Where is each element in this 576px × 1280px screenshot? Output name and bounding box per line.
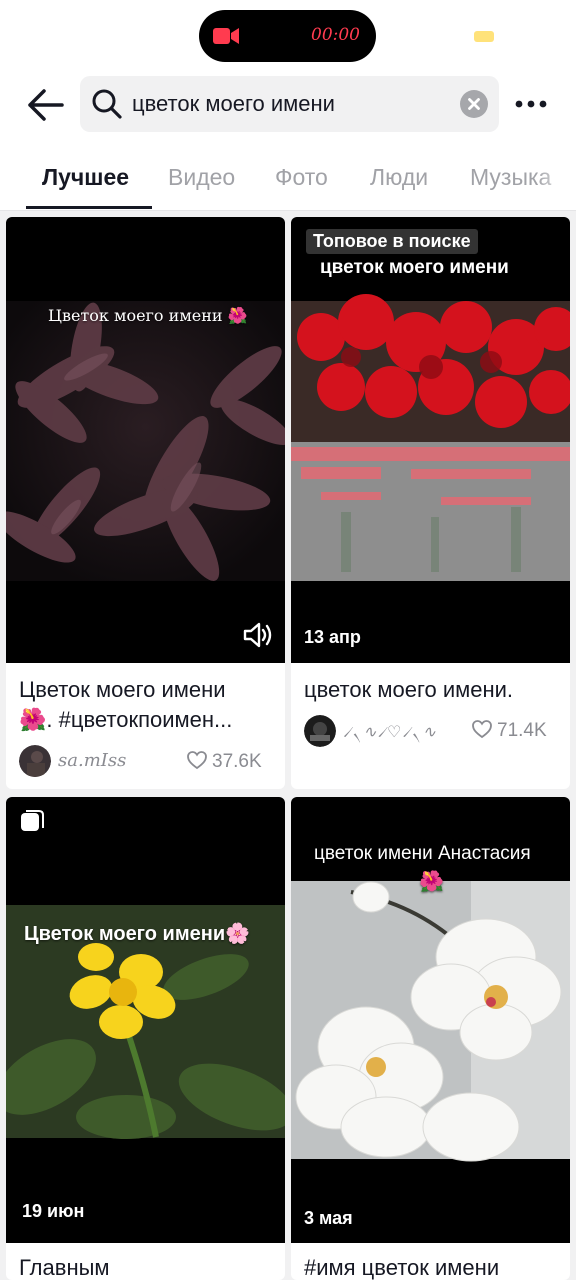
tab-videos[interactable]: Видео	[168, 164, 235, 191]
card-title: #имя цветок имени	[304, 1255, 500, 1280]
video-thumbnail: Топовое в поиске цветок моего имени 13 а…	[291, 217, 570, 663]
post-date: 13 апр	[304, 627, 361, 647]
close-icon	[468, 98, 480, 110]
search-input[interactable]	[132, 84, 442, 124]
recording-timer: 00:00	[311, 25, 360, 45]
screen-recording-pill[interactable]: 00:00	[199, 10, 376, 62]
back-button[interactable]	[20, 82, 70, 128]
video-thumbnail: цветок имени Анастасия 🌺 3 мая	[291, 797, 570, 1243]
battery-icon	[474, 31, 494, 42]
heart-icon	[187, 751, 207, 770]
result-card[interactable]: Цветок моего имени 🌺 Цветок моего имени …	[6, 217, 285, 789]
tab-top[interactable]: Лучшее	[42, 164, 129, 191]
photo-carousel-icon	[21, 810, 44, 831]
video-camera-icon	[213, 28, 239, 44]
card-title: Главным	[19, 1255, 110, 1280]
photo-overlay-text: Цветок моего имени🌸	[24, 923, 251, 945]
search-bar[interactable]	[80, 76, 499, 132]
avatar[interactable]	[19, 745, 51, 777]
lily-flowers-image	[6, 301, 285, 581]
heart-icon	[472, 720, 492, 739]
arrow-left-icon	[28, 89, 64, 121]
tabs-fade	[536, 150, 576, 208]
video-overlay-text: цветок моего имени	[320, 257, 509, 278]
more-dots-icon	[515, 100, 547, 108]
avatar[interactable]	[304, 715, 336, 747]
search-icon	[92, 89, 122, 119]
tab-users[interactable]: Люди	[370, 164, 428, 191]
clear-search-button[interactable]	[460, 90, 488, 118]
card-title: Цветок моего имени	[19, 677, 226, 702]
tab-photos[interactable]: Фото	[275, 164, 328, 191]
video-overlay-text: Цветок моего имени 🌺	[48, 306, 248, 325]
post-date: 3 мая	[304, 1208, 353, 1228]
like-count-value: 71.4K	[497, 720, 547, 741]
like-count: 37.6K	[186, 750, 262, 773]
like-count-value: 37.6K	[212, 751, 262, 772]
trending-badge: Топовое в поиске	[306, 229, 478, 254]
result-card[interactable]: Топовое в поиске цветок моего имени 13 а…	[291, 217, 570, 789]
video-thumbnail: Цветок моего имени 🌺	[6, 217, 285, 663]
like-count: 71.4K	[471, 719, 547, 742]
speaker-icon[interactable]	[242, 621, 274, 649]
yellow-buttercup-image	[6, 905, 285, 1139]
red-spider-lily-image	[291, 294, 570, 581]
hibiscus-emoji: 🌺	[419, 871, 444, 893]
result-card[interactable]: цветок имени Анастасия 🌺 3 мая #имя цвет…	[291, 797, 570, 1280]
active-tab-indicator	[26, 206, 152, 209]
post-date: 19 июн	[22, 1201, 85, 1221]
card-title: цветок моего имени.	[304, 677, 514, 702]
photo-thumbnail: Цветок моего имени🌸 19 июн	[6, 797, 285, 1243]
card-title-line2: 🌺. #цветокпоимен...	[19, 707, 233, 732]
author-name[interactable]: ৴৲∿৴♡৴৲∿	[343, 719, 437, 746]
video-overlay-text: цветок имени Анастасия	[314, 843, 531, 864]
more-options-button[interactable]	[510, 88, 552, 120]
result-card[interactable]: Цветок моего имени🌸 19 июн Главным	[6, 797, 285, 1280]
search-tabs: Лучшее Видео Фото Люди Музыка	[0, 150, 576, 210]
author-name[interactable]: sa.mIss	[58, 750, 126, 771]
